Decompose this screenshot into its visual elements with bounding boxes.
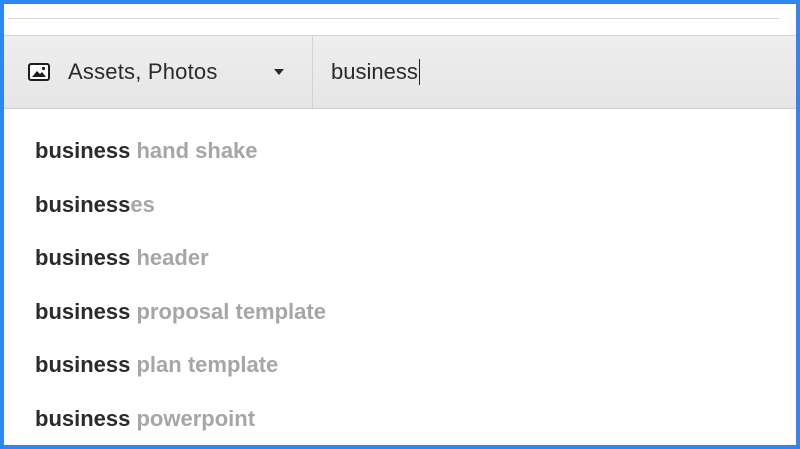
suggestion-match: business [35, 299, 131, 324]
top-strip [4, 4, 796, 34]
suggestion-match: business [35, 406, 131, 431]
suggestion-completion: es [130, 192, 155, 217]
caret-down-icon [274, 69, 284, 75]
screenshot-frame: Assets, Photos business business hand sh… [0, 0, 800, 449]
suggestion-completion: proposal template [130, 299, 326, 324]
autocomplete-suggestions: business hand shake businesses business … [4, 110, 796, 445]
search-bar: Assets, Photos business [4, 35, 796, 109]
suggestion-completion: powerpoint [130, 406, 256, 431]
suggestion-item[interactable]: business header [35, 238, 209, 278]
suggestion-item[interactable]: businesses [35, 185, 155, 225]
suggestion-match: business [35, 192, 131, 217]
suggestion-match: business [35, 138, 131, 163]
search-scope-label: Assets, Photos [68, 59, 218, 84]
suggestion-item[interactable]: business hand shake [35, 131, 258, 171]
search-input[interactable]: business [313, 36, 796, 108]
divider [8, 18, 780, 19]
suggestion-item[interactable]: business proposal template [35, 292, 326, 332]
search-scope-dropdown[interactable]: Assets, Photos [4, 36, 313, 108]
image-icon [28, 63, 50, 81]
suggestion-match: business [35, 245, 131, 270]
suggestion-completion: header [130, 245, 209, 270]
suggestion-completion: hand shake [130, 138, 258, 163]
suggestion-item[interactable]: business plan template [35, 345, 278, 385]
suggestion-completion: plan template [130, 352, 279, 377]
suggestion-item[interactable]: business powerpoint [35, 399, 255, 439]
text-cursor [418, 59, 421, 85]
search-query-text: business [331, 59, 418, 84]
suggestion-match: business [35, 352, 131, 377]
